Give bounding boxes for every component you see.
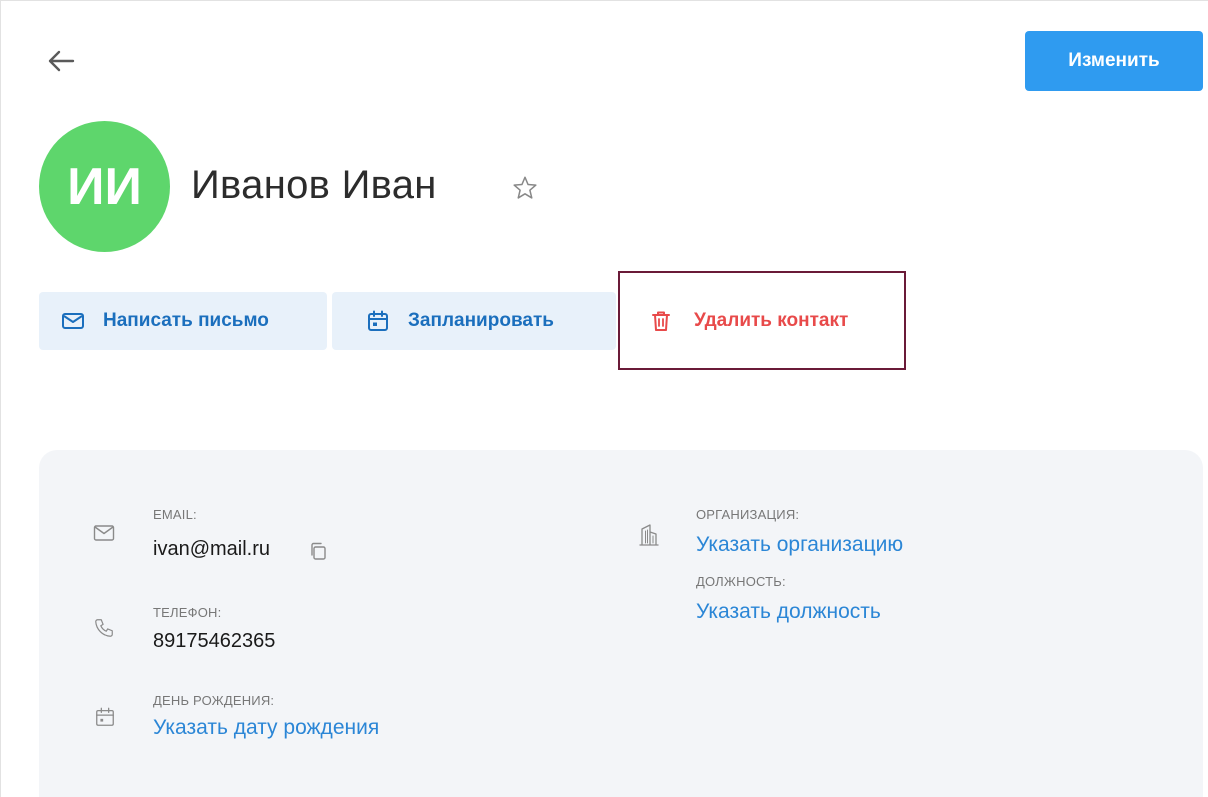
copy-email-button[interactable] [305,538,331,564]
favorite-button[interactable] [509,172,541,204]
back-button[interactable] [43,43,79,79]
star-outline-icon [511,174,539,202]
phone-icon [93,617,115,639]
envelope-icon [61,311,85,331]
email-label: EMAIL: [153,507,197,522]
phone-label: ТЕЛЕФОН: [153,605,222,620]
birthday-label: ДЕНЬ РОЖДЕНИЯ: [153,693,275,708]
building-icon [637,523,661,547]
write-email-label: Написать письмо [103,310,269,331]
email-value[interactable]: ivan@mail.ru [153,538,270,561]
delete-contact-button[interactable]: Удалить контакт [618,271,906,370]
copy-icon [308,541,328,561]
schedule-label: Запланировать [408,310,554,331]
contact-name: Иванов Иван [191,163,437,207]
edit-button[interactable]: Изменить [1025,31,1203,91]
write-email-button[interactable]: Написать письмо [39,292,327,350]
envelope-icon [93,524,115,542]
calendar-icon [94,706,116,728]
delete-contact-label: Удалить контакт [694,309,849,331]
contact-page: Изменить ИИ Иванов Иван Написать письмо … [0,0,1208,797]
set-birthday-link[interactable]: Указать дату рождения [153,716,379,740]
organization-label: ОРГАНИЗАЦИЯ: [696,507,800,522]
schedule-button[interactable]: Запланировать [332,292,616,350]
set-organization-link[interactable]: Указать организацию [696,533,903,557]
avatar: ИИ [39,121,170,252]
calendar-icon [366,309,390,333]
arrow-left-icon [47,50,75,72]
set-position-link[interactable]: Указать должность [696,600,881,624]
phone-value[interactable]: 89175462365 [153,630,275,653]
trash-icon [650,309,672,333]
contact-details-card: EMAIL: ivan@mail.ru ТЕЛЕФОН: 89175462365 [39,450,1203,797]
position-label: ДОЛЖНОСТЬ: [696,574,786,589]
